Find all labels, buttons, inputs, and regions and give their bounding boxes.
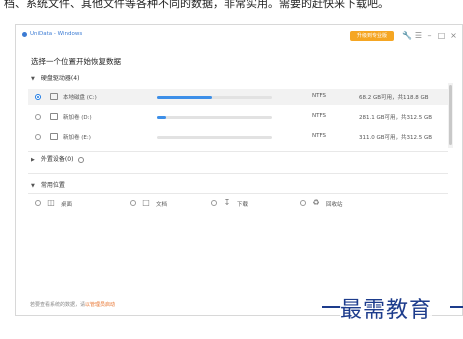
- hard-drive-icon: [50, 93, 58, 100]
- drive-name: 本地磁盘 (C:): [63, 95, 97, 101]
- drive-name: 新加卷 (D:): [63, 115, 92, 121]
- locations-section-title: 常用位置: [40, 182, 65, 189]
- app-window: UniData - Windows 升级到专业版 🔧 ☰ – □ × 选择一个位…: [15, 24, 463, 316]
- menu-icon[interactable]: ☰: [414, 31, 423, 40]
- footer-text: 若要查看系统的数据，请: [30, 302, 86, 308]
- location-radio[interactable]: [300, 200, 306, 206]
- article-text: 档、系统文件、其他文件等各种不同的数据，非常实用。需要的赶快来下载吧。: [4, 0, 389, 9]
- drive-usage-fill: [157, 96, 213, 99]
- document-icon: □: [142, 198, 150, 207]
- maximize-icon[interactable]: □: [437, 31, 446, 40]
- location-label: 文档: [156, 202, 168, 208]
- title-bar: UniData - Windows 升级到专业版 🔧 ☰ – □ ×: [16, 25, 462, 47]
- divider: [28, 151, 448, 152]
- watermark-logo: 最需教育: [340, 292, 433, 324]
- external-section-header[interactable]: ▶ 外置设备(0): [31, 154, 85, 166]
- drive-usage-fill: [157, 116, 167, 119]
- page-title: 选择一个位置开始恢复数据: [31, 57, 121, 66]
- trash-icon: ♻: [312, 198, 320, 207]
- run-as-admin-link[interactable]: 以管理员启动: [85, 302, 115, 308]
- footer-note: 若要查看系统的数据，请以管理员启动: [30, 301, 115, 308]
- refresh-icon[interactable]: [78, 156, 85, 163]
- location-label: 回收站: [326, 202, 343, 208]
- drive-filesystem: NTFS: [312, 93, 327, 99]
- drive-row-e[interactable]: 新加卷 (E:) NTFS 311.0 GB可用，共312.5 GB: [28, 129, 448, 145]
- close-icon[interactable]: ×: [449, 31, 458, 40]
- drive-filesystem: NTFS: [312, 133, 327, 139]
- location-radio[interactable]: [130, 200, 136, 206]
- app-title: UniData - Windows: [30, 31, 83, 37]
- drive-space: 311.0 GB可用，共312.5 GB: [359, 135, 433, 141]
- drive-space: 281.1 GB可用，共312.5 GB: [359, 115, 433, 121]
- locations-section-header[interactable]: ▼ 常用位置: [31, 180, 65, 192]
- caret-right-icon: ▶: [31, 157, 35, 163]
- drive-usage-bar: [157, 116, 272, 119]
- watermark-line-right: [450, 306, 463, 308]
- hard-drive-icon: [50, 113, 58, 120]
- divider: [28, 173, 448, 174]
- divider: [28, 193, 448, 194]
- drives-section-header[interactable]: ▼ 硬盘驱动器(4): [31, 73, 79, 85]
- wrench-icon[interactable]: 🔧: [402, 31, 412, 40]
- drive-name: 新加卷 (E:): [63, 135, 91, 141]
- location-radio[interactable]: [35, 200, 41, 206]
- location-label: 桌面: [61, 202, 73, 208]
- location-radio[interactable]: [211, 200, 217, 206]
- caret-down-icon: ▼: [31, 76, 35, 82]
- minimize-icon[interactable]: –: [425, 31, 434, 40]
- caret-down-icon: ▼: [31, 183, 35, 189]
- external-section-title: 外置设备(0): [40, 156, 74, 163]
- location-label: 下载: [237, 202, 249, 208]
- desktop-icon: ◫: [47, 198, 55, 207]
- drive-filesystem: NTFS: [312, 113, 327, 119]
- drive-radio[interactable]: [35, 134, 41, 140]
- drive-radio[interactable]: [35, 114, 41, 120]
- drive-row-d[interactable]: 新加卷 (D:) NTFS 281.1 GB可用，共312.5 GB: [28, 109, 448, 125]
- hard-drive-icon: [50, 133, 58, 140]
- drive-radio[interactable]: [35, 94, 41, 100]
- scrollbar-thumb[interactable]: [449, 85, 452, 145]
- download-icon: ↧: [223, 198, 231, 207]
- drive-space: 68.2 GB可用，共118.8 GB: [359, 95, 429, 101]
- drive-row-c[interactable]: 本地磁盘 (C:) NTFS 68.2 GB可用，共118.8 GB: [28, 89, 448, 105]
- drive-usage-bar: [157, 136, 272, 139]
- drive-usage-bar: [157, 96, 272, 99]
- app-logo-icon: [22, 32, 27, 37]
- upgrade-button[interactable]: 升级到专业版: [350, 31, 394, 41]
- drives-section-title: 硬盘驱动器(4): [40, 75, 80, 82]
